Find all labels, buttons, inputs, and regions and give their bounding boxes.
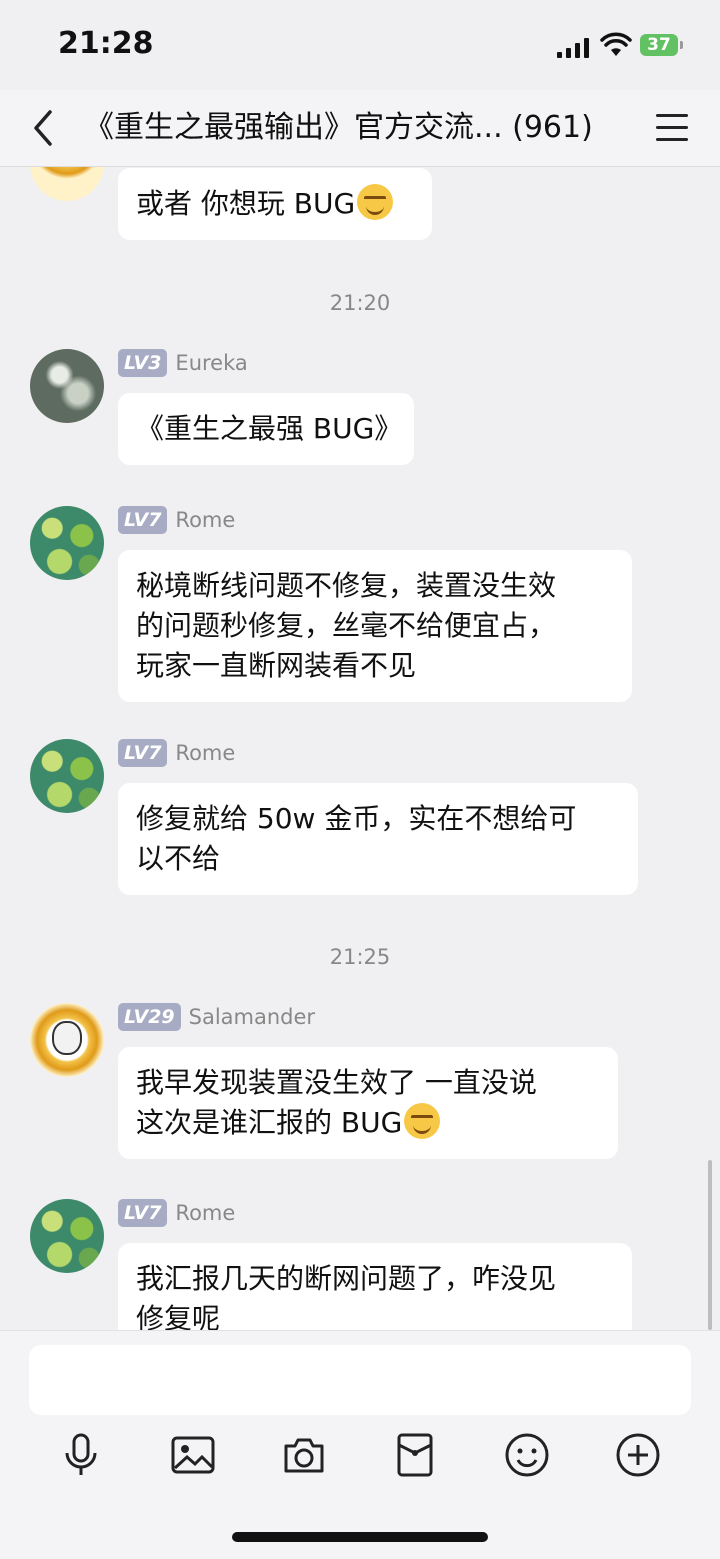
message-bubble[interactable]: 修复就给 50w 金币，实在不想给可 以不给 xyxy=(118,783,638,895)
message-bubble[interactable]: 我汇报几天的断网问题了，咋没见 修复呢 xyxy=(118,1243,632,1330)
message-bubble[interactable]: 或者 你想玩 BUG xyxy=(118,168,432,240)
back-arrow-icon[interactable] xyxy=(26,108,66,148)
avatar[interactable] xyxy=(30,1199,104,1273)
avatar[interactable] xyxy=(30,506,104,580)
avatar[interactable] xyxy=(30,739,104,813)
sender-info: LV29 Salamander xyxy=(118,1003,315,1033)
image-icon[interactable] xyxy=(169,1431,217,1479)
timestamp: 21:25 xyxy=(329,945,391,969)
microphone-icon[interactable] xyxy=(57,1431,105,1479)
avatar[interactable] xyxy=(30,349,104,423)
sender-name: Rome xyxy=(175,1201,236,1225)
sender-info: LV7 Rome xyxy=(118,1199,235,1229)
home-indicator xyxy=(232,1532,488,1542)
emoji-icon[interactable] xyxy=(503,1431,551,1479)
sender-info: LV7 Rome xyxy=(118,739,235,769)
level-badge: LV3 xyxy=(118,349,168,377)
status-bar: 21:28 37 xyxy=(0,0,720,90)
avatar[interactable] xyxy=(30,167,104,201)
smirk-emoji xyxy=(357,184,394,220)
camera-icon[interactable] xyxy=(280,1431,328,1479)
smirk-emoji xyxy=(404,1103,441,1139)
cellular-signal-icon xyxy=(557,36,591,58)
input-area xyxy=(0,1330,720,1559)
message-bubble[interactable]: 秘境断线问题不修复，装置没生效 的问题秒修复，丝毫不给便宜占， 玩家一直断网装看… xyxy=(118,550,632,702)
message-bubble[interactable]: 《重生之最强 BUG》 xyxy=(118,393,414,465)
group-title[interactable]: 《重生之最强输出》官方交流... (961) xyxy=(84,108,624,148)
level-badge: LV7 xyxy=(118,739,168,767)
sender-info: LV7 Rome xyxy=(118,506,235,536)
message-list[interactable]: 或者 你想玩 BUG 21:20 LV3 Eureka 《重生之最强 BUG》 L… xyxy=(0,167,720,1330)
level-badge: LV29 xyxy=(118,1003,181,1031)
sender-name: Eureka xyxy=(175,351,248,375)
plus-icon[interactable] xyxy=(614,1431,662,1479)
sender-name: Rome xyxy=(175,508,236,532)
sender-name: Rome xyxy=(175,741,236,765)
clock: 21:28 xyxy=(58,26,154,61)
chat-header: 《重生之最强输出》官方交流... (961) xyxy=(0,90,720,167)
sender-name: Salamander xyxy=(188,1005,316,1029)
avatar[interactable] xyxy=(30,1003,104,1077)
level-badge: LV7 xyxy=(118,1199,168,1227)
meme-face xyxy=(52,1021,82,1055)
menu-icon[interactable] xyxy=(652,110,692,146)
wifi-icon xyxy=(600,32,632,56)
message-input[interactable] xyxy=(29,1345,691,1415)
battery-icon: 37 xyxy=(640,34,683,56)
red-packet-icon[interactable] xyxy=(391,1431,439,1479)
message-bubble[interactable]: 我早发现装置没生效了 一直没说 这次是谁汇报的 BUG xyxy=(118,1047,618,1159)
sender-info: LV3 Eureka xyxy=(118,349,248,379)
timestamp: 21:20 xyxy=(329,291,391,315)
level-badge: LV7 xyxy=(118,506,168,534)
scrollbar[interactable] xyxy=(708,1160,712,1330)
